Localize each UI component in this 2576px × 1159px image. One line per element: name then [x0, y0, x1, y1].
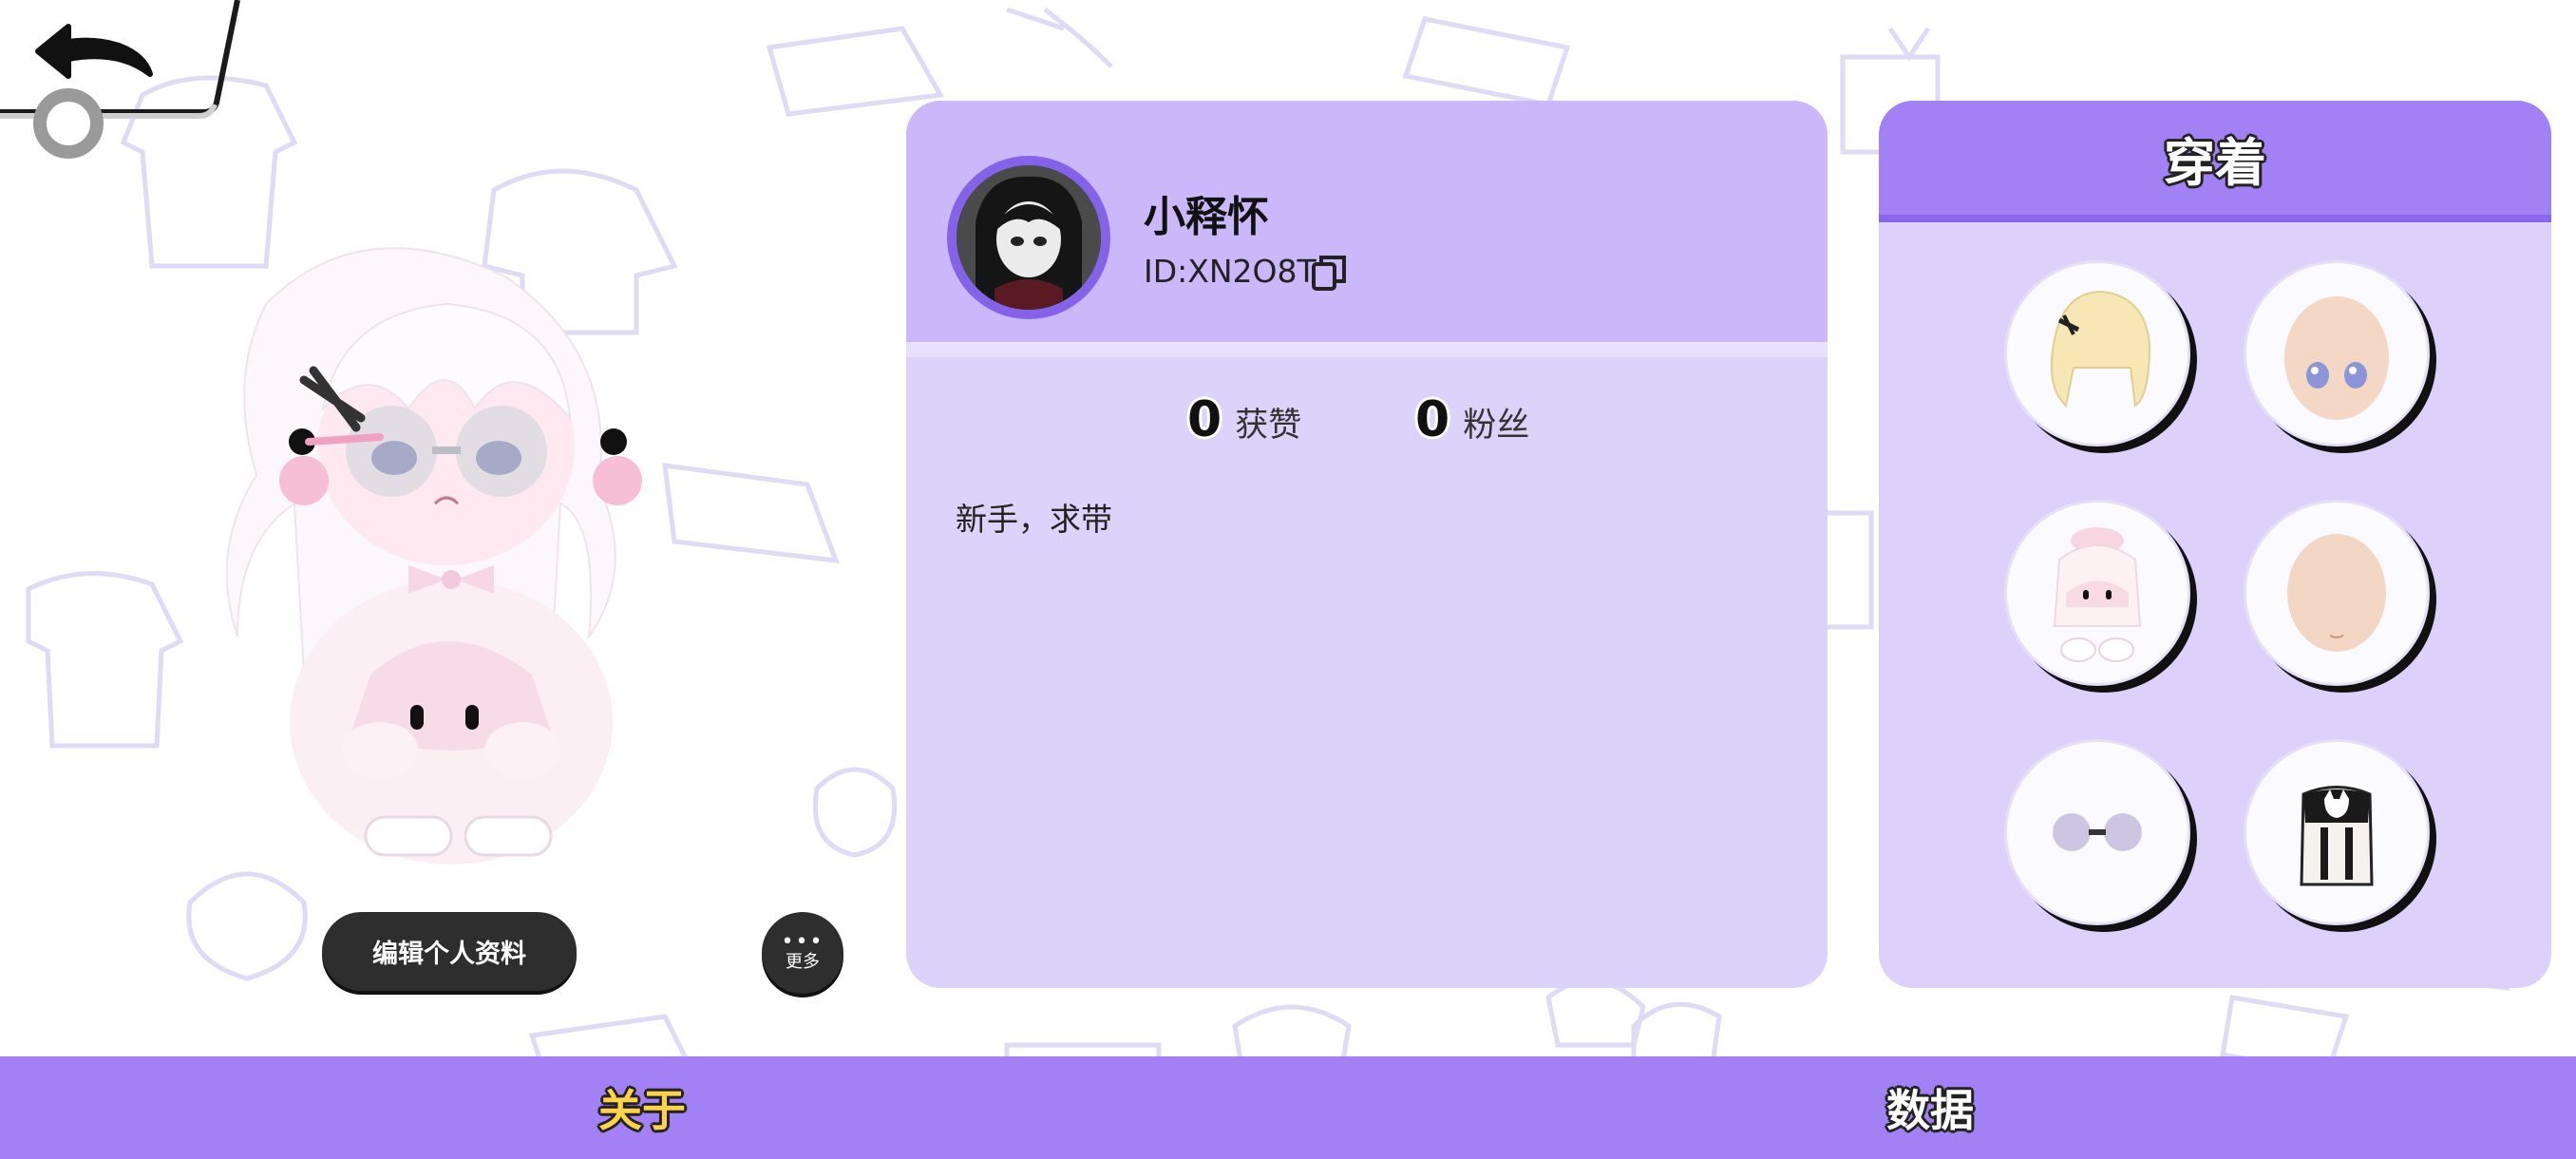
face-base-icon: [2287, 534, 2386, 652]
outfit-item-glasses[interactable]: [2004, 739, 2190, 925]
tab-about[interactable]: 关于: [452, 1056, 832, 1159]
edit-profile-button[interactable]: 编辑个人资料: [322, 912, 577, 991]
avatar-portrait-icon: [957, 165, 1101, 310]
tab-data[interactable]: 数据: [1740, 1056, 2120, 1159]
more-dots-icon: •••: [781, 930, 824, 954]
backpack-icon: [2300, 786, 2374, 886]
fans-count: 0: [1415, 391, 1450, 448]
copy-icon[interactable]: [1310, 253, 1350, 293]
bio-text: 新手，求带: [956, 501, 1112, 538]
more-button[interactable]: ••• 更多: [762, 912, 843, 994]
user-id: ID:XN2O8T: [1144, 253, 1316, 290]
likes-stat: 0 获赞: [1187, 391, 1301, 448]
outfit-header: 穿着: [1879, 101, 2551, 215]
tab-data-label: 数据: [1886, 1085, 1974, 1136]
outfit-title: 穿着: [2164, 132, 2266, 193]
fans-stat[interactable]: 0 粉丝: [1415, 391, 1529, 448]
outfit-item-costume[interactable]: [2004, 500, 2190, 686]
outfit-costume-icon: [2053, 527, 2142, 662]
avatar[interactable]: [947, 156, 1110, 319]
back-button[interactable]: [0, 0, 247, 166]
fans-label: 粉丝: [1463, 407, 1530, 445]
eyes-face-icon: [2284, 296, 2389, 420]
edit-profile-label: 编辑个人资料: [372, 940, 526, 969]
header-divider: [906, 342, 1828, 357]
tab-about-label: 关于: [598, 1085, 686, 1136]
hair-icon: [2050, 290, 2151, 408]
outfit-item-hair[interactable]: [2004, 260, 2190, 446]
outfit-panel: 穿着: [1879, 101, 2551, 988]
profile-panel: 小释怀 ID:XN2O8T 0 获赞 0 粉丝 新手，求带: [906, 101, 1828, 988]
likes-count: 0: [1187, 391, 1222, 448]
glasses-icon: [2053, 813, 2142, 851]
outfit-item-backpack[interactable]: [2244, 739, 2430, 925]
outfit-item-eyes[interactable]: [2244, 260, 2430, 446]
bottom-tab-bar: 关于 数据: [0, 1056, 2576, 1159]
username: 小释怀: [1144, 193, 1269, 241]
character-avatar: [225, 247, 642, 864]
more-label: 更多: [786, 952, 820, 972]
likes-label: 获赞: [1235, 407, 1302, 445]
outfit-item-face[interactable]: [2244, 500, 2430, 686]
back-arrow-icon: [0, 0, 240, 159]
